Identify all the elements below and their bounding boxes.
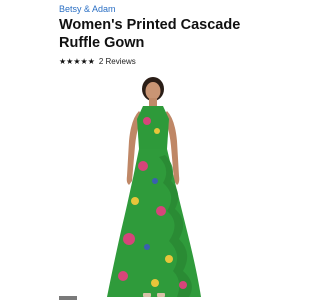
star-icon: ★ [73, 56, 81, 66]
gown-illustration [107, 77, 201, 297]
star-icon: ★ [66, 56, 74, 66]
product-title: Women's Printed Cascade Ruffle Gown [59, 17, 241, 51]
star-icon: ★ [87, 56, 95, 66]
image-scroll-indicator[interactable] [59, 296, 77, 300]
product-image[interactable] [59, 71, 247, 300]
reviews-link[interactable]: 2 Reviews [99, 57, 136, 66]
star-rating: ★ ★ ★ ★ ★ [59, 56, 95, 66]
brand-link[interactable]: Betsy & Adam [59, 4, 116, 14]
star-icon: ★ [59, 56, 67, 66]
star-icon: ★ [80, 56, 88, 66]
rating-row[interactable]: ★ ★ ★ ★ ★ 2 Reviews [59, 56, 136, 67]
